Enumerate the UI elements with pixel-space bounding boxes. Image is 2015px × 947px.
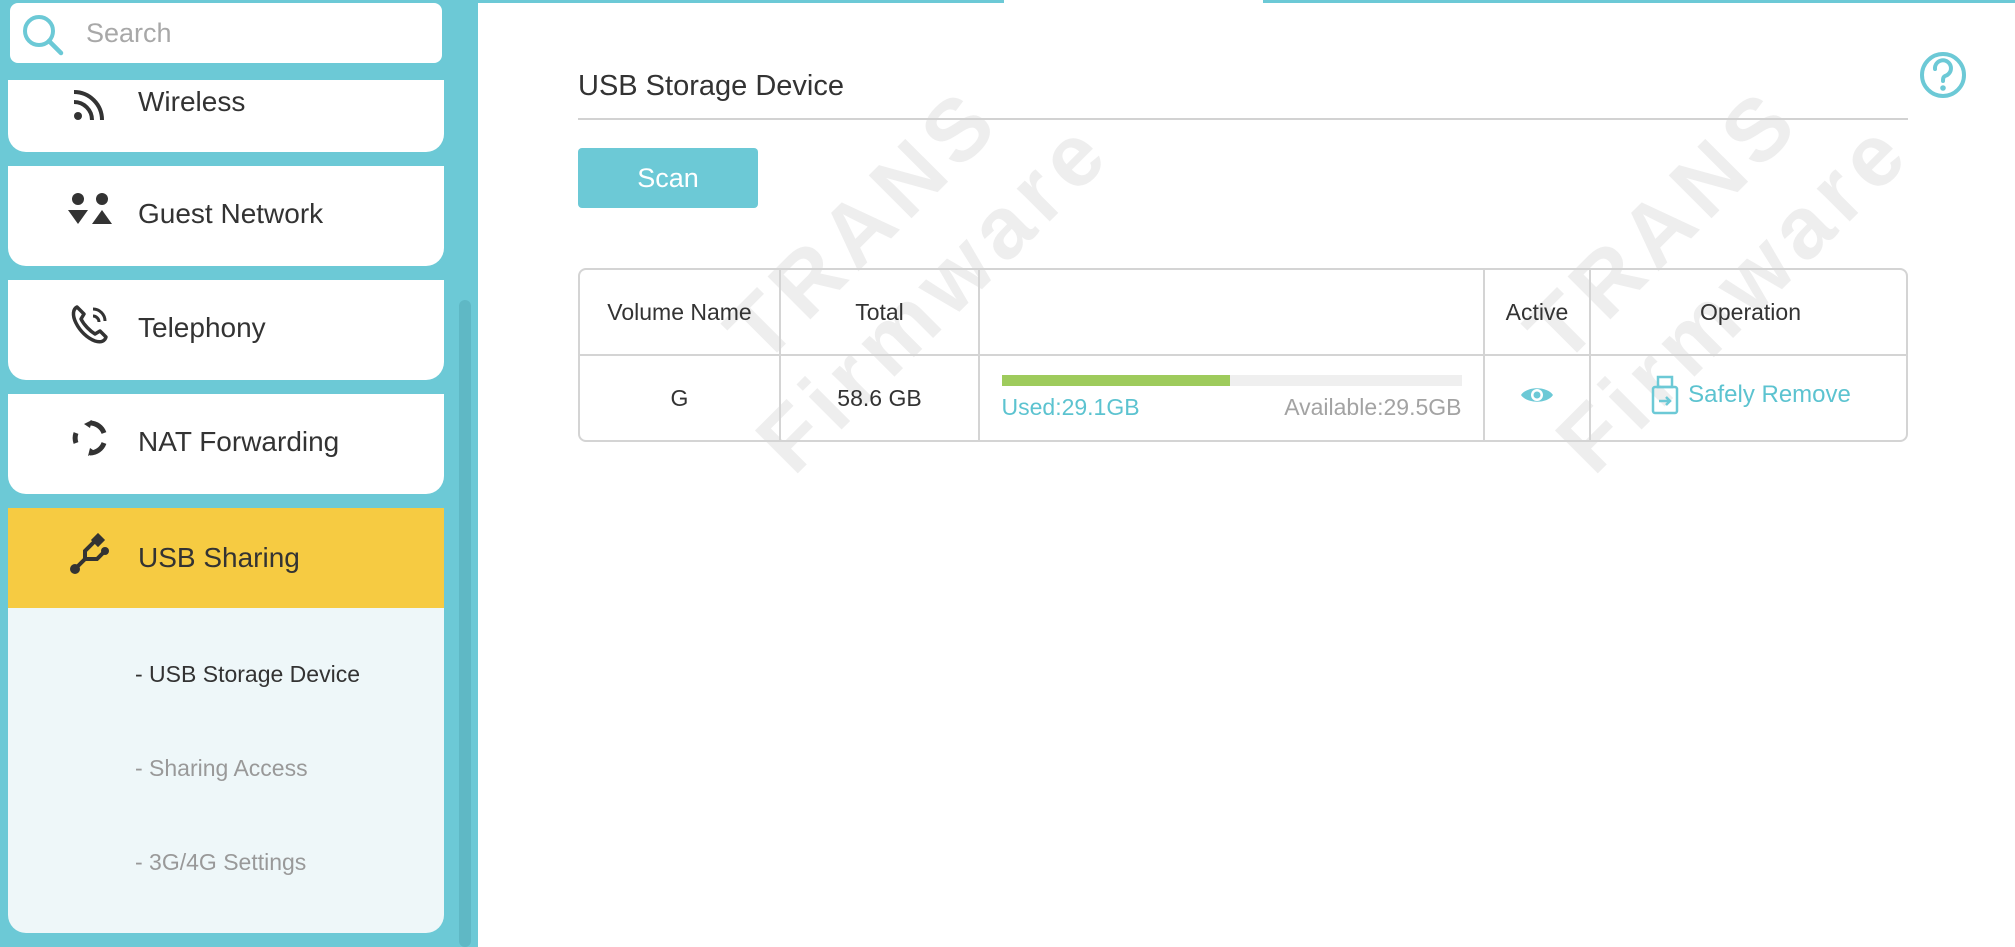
sidebar-item-label: Wireless [138, 86, 246, 117]
available-space-label: Available:29.5GB [1284, 394, 1462, 420]
main-content: TRANS Firmware TRANS Firmware USB Storag… [478, 0, 2015, 947]
usage-cell: Used:29.1GB Available:29.5GB [979, 355, 1485, 440]
help-icon[interactable] [1918, 50, 1968, 100]
sidebar-item-usb-sharing[interactable]: USB Sharing [8, 508, 444, 608]
usage-bar [1001, 375, 1462, 386]
column-header-total: Total [780, 270, 980, 355]
volume-name-cell: G [580, 355, 781, 440]
nat-forwarding-icon [64, 414, 116, 462]
page-title: USB Storage Device [578, 70, 844, 102]
usb-device-table: Volume Name Total Active Operation G 58.… [578, 268, 1908, 442]
sidebar-item-label: NAT Forwarding [138, 426, 340, 457]
table-header-row: Volume Name Total Active Operation [580, 270, 1906, 355]
search-input[interactable] [86, 13, 426, 53]
usage-bar-fill [1001, 375, 1231, 386]
search-icon [23, 15, 64, 56]
sidebar-subitem-usb-storage-device[interactable]: - USB Storage Device [135, 661, 360, 688]
app-window: Wireless Guest Network [0, 0, 2015, 947]
sidebar-item-label: Guest Network [138, 198, 324, 229]
column-header-active: Active [1484, 270, 1591, 355]
total-cell: 58.6 GB [780, 355, 980, 440]
telephony-icon [64, 300, 116, 348]
sidebar-item-wireless[interactable]: Wireless [8, 80, 444, 152]
eye-icon[interactable] [1519, 383, 1555, 407]
sidebar-item-label: Telephony [138, 312, 266, 343]
active-cell [1484, 355, 1591, 440]
column-header-usage [979, 270, 1485, 355]
search-box [10, 3, 442, 63]
sidebar-item-nat-forwarding[interactable]: NAT Forwarding [8, 394, 444, 494]
used-space-label: Used:29.1GB [1001, 394, 1140, 420]
sidebar-subitem-3g-4g-settings[interactable]: - 3G/4G Settings [135, 849, 306, 876]
sidebar-scrollbar[interactable] [459, 300, 471, 947]
sidebar-item-telephony[interactable]: Telephony [8, 280, 444, 380]
guest-network-icon [64, 186, 116, 234]
column-header-volume-name: Volume Name [580, 270, 781, 355]
sidebar-subitem-sharing-access[interactable]: - Sharing Access [135, 755, 308, 782]
top-accent-bar [478, 0, 1004, 3]
watermark: TRANS Firmware [1429, 0, 1966, 529]
top-accent-bar [1263, 0, 2015, 3]
safely-remove-link[interactable]: Safely Remove [1650, 375, 1851, 415]
sidebar-item-guest-network[interactable]: Guest Network [8, 166, 444, 266]
usb-icon [64, 530, 116, 578]
usb-sharing-submenu: - USB Storage Device - Sharing Access - … [8, 608, 444, 933]
sidebar: Wireless Guest Network [0, 0, 478, 947]
title-divider [578, 118, 1908, 120]
usb-drive-icon [1651, 375, 1679, 415]
operation-cell: Safely Remove [1590, 355, 1906, 440]
sidebar-item-label: USB Sharing [138, 542, 300, 573]
safely-remove-label: Safely Remove [1688, 381, 1851, 408]
column-header-operation: Operation [1699, 298, 1801, 325]
scan-button[interactable]: Scan [578, 148, 758, 208]
wireless-icon [64, 80, 116, 128]
table-row: G 58.6 GB Used:29.1GB Available:29.5GB S… [580, 355, 1906, 440]
